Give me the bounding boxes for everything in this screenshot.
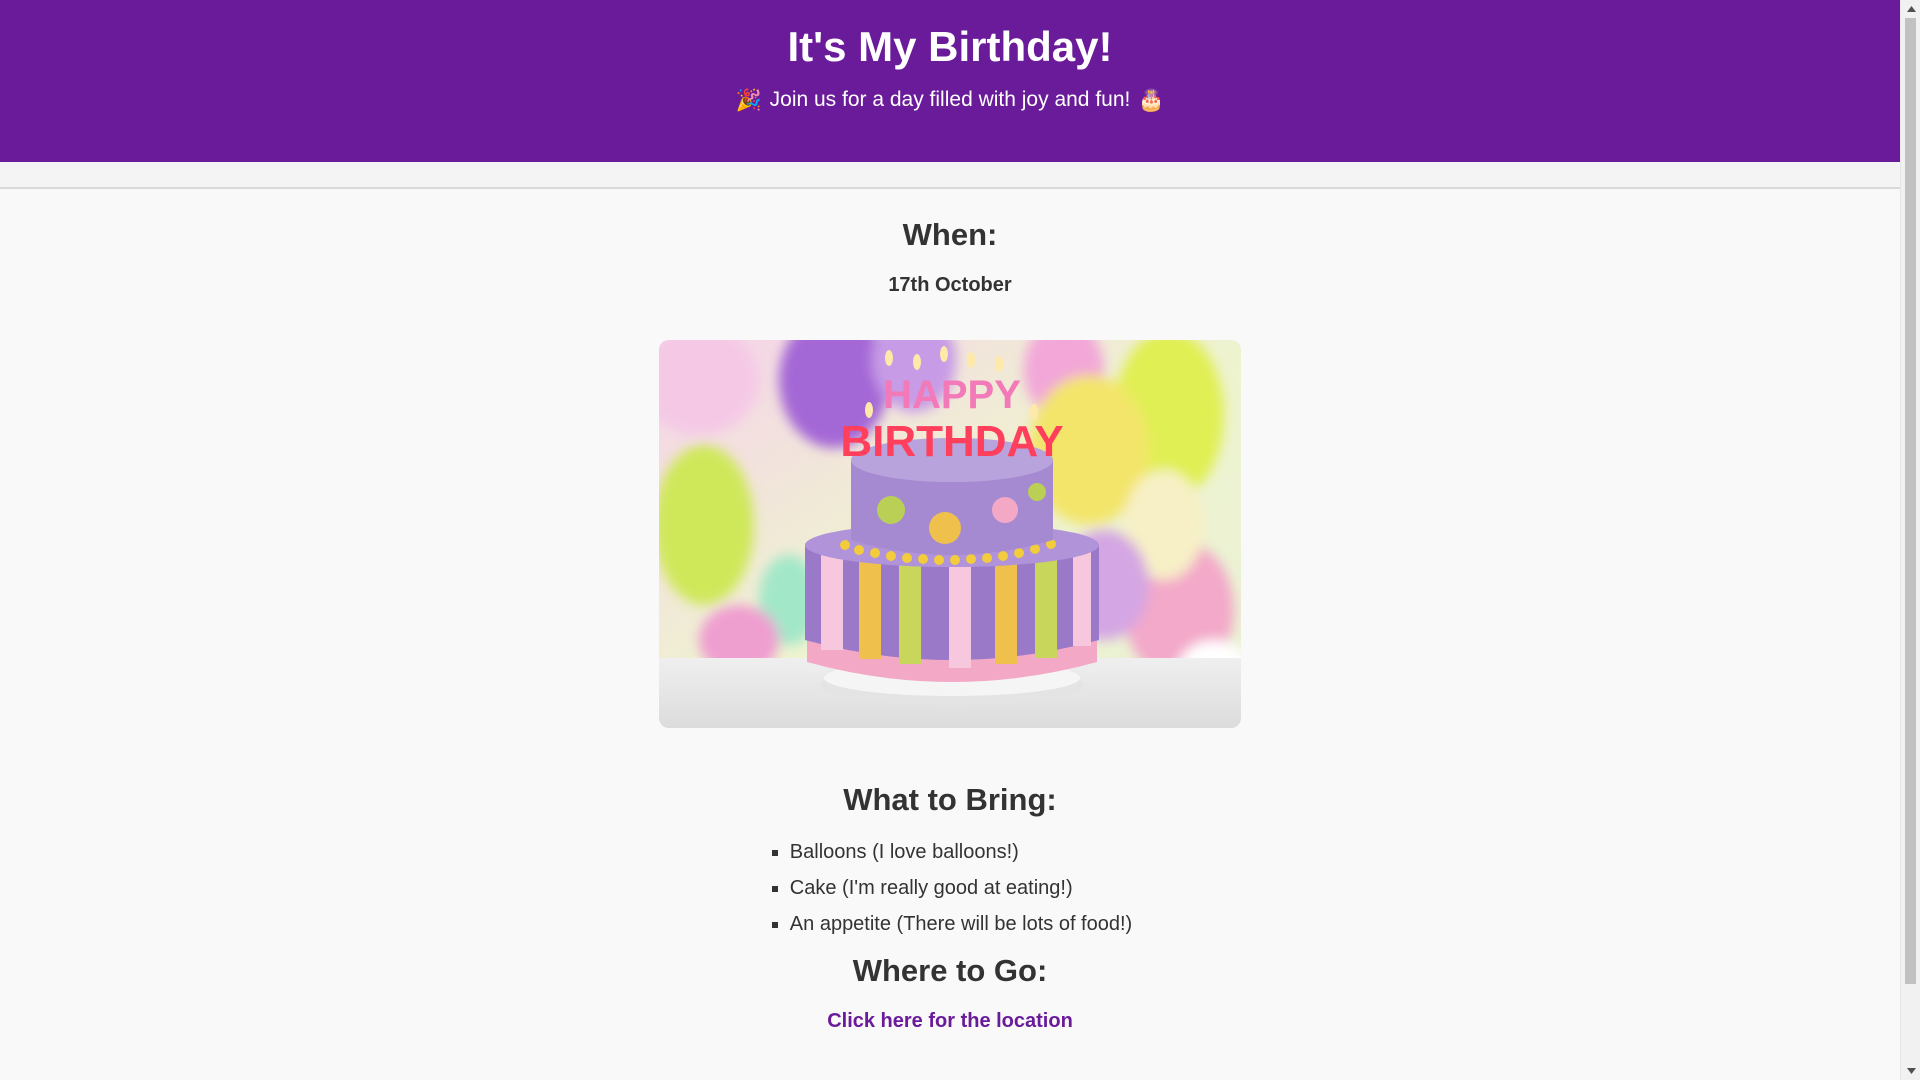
list-item: Balloons (I love balloons!) (790, 834, 1132, 870)
page-subtitle: 🎉 Join us for a day filled with joy and f… (0, 85, 1900, 116)
list-item: Cake (I'm really good at eating!) (790, 870, 1132, 906)
scroll-down-icon[interactable] (1901, 1062, 1920, 1080)
where-section: Where to Go: Click here for the location (0, 951, 1900, 1035)
bring-section: What to Bring: Balloons (I love balloons… (0, 780, 1900, 942)
where-heading: Where to Go: (852, 953, 1048, 988)
page: It's My Birthday! 🎉 Join us for a day fil… (0, 0, 1900, 1080)
birthday-cake-icon: 🎂 (1138, 89, 1165, 112)
cake-text-happy: HAPPY (883, 373, 1021, 417)
scrollbar-thumb[interactable] (1905, 18, 1916, 984)
page-title: It's My Birthday! (787, 23, 1113, 70)
cake-text-birthday: BIRTHDAY (840, 417, 1063, 466)
when-heading: When: (902, 217, 998, 252)
cake-illustration: HAPPY BIRTHDAY (659, 340, 1241, 728)
when-section: When: 17th October (0, 189, 1900, 299)
party-popper-icon: 🎉 (735, 89, 762, 112)
bring-list: Balloons (I love balloons!) Cake (I'm re… (768, 834, 1132, 942)
event-date: 17th October (888, 274, 1012, 296)
scroll-up-icon[interactable] (1901, 0, 1920, 18)
list-item: An appetite (There will be lots of food!… (790, 906, 1132, 942)
site-header: It's My Birthday! 🎉 Join us for a day fil… (0, 0, 1900, 162)
main-content: When: 17th October HAPPY BIRTHDAY What t… (0, 189, 1900, 1035)
birthday-cake-image: HAPPY BIRTHDAY (659, 340, 1241, 728)
bring-heading: What to Bring: (843, 782, 1057, 817)
cake-stripes (821, 550, 1091, 668)
location-link[interactable]: Click here for the location (827, 1007, 1073, 1035)
vertical-scrollbar[interactable] (1900, 0, 1920, 1080)
header-divider (0, 162, 1900, 189)
subtitle-text: Join us for a day filled with joy and fu… (769, 88, 1131, 111)
